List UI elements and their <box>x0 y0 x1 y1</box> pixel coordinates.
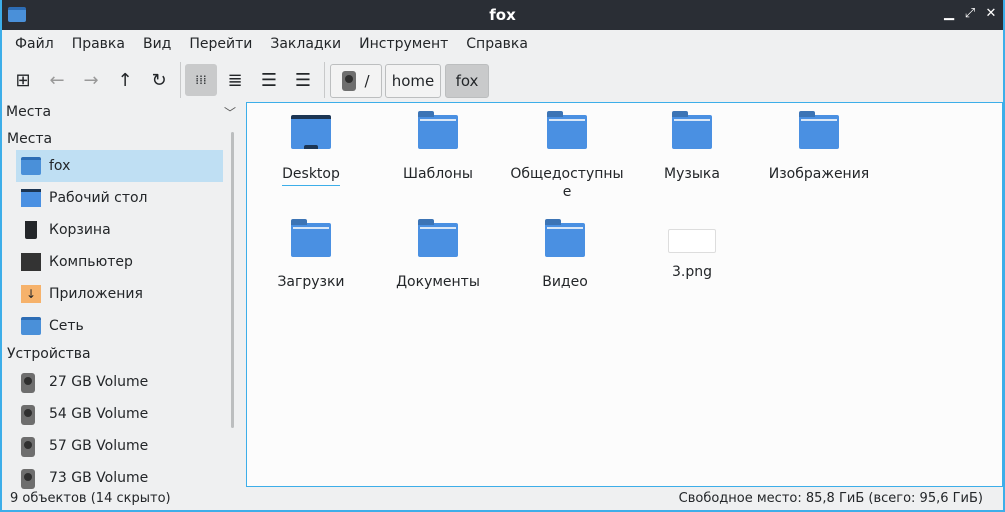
file-item-music[interactable]: Музыка <box>632 111 752 183</box>
file-label: Загрузки <box>277 274 345 290</box>
breadcrumb-home[interactable]: home <box>385 64 441 98</box>
breadcrumb-label: / <box>364 72 370 90</box>
section-devices: Устройства <box>7 346 91 362</box>
folder-icon <box>547 111 587 149</box>
menu-go[interactable]: Перейти <box>180 30 261 60</box>
forward-icon[interactable]: → <box>75 64 107 96</box>
sidebar-item-label: Компьютер <box>49 254 133 270</box>
file-item-3png[interactable]: 3.png <box>632 223 752 281</box>
file-item-public[interactable]: Общедоступные <box>505 111 629 201</box>
folder-icon <box>799 111 839 149</box>
sidebar-mode-select[interactable]: Места <box>6 104 51 120</box>
up-icon[interactable]: ↑ <box>109 64 141 96</box>
window-title: fox <box>489 6 516 24</box>
menu-help[interactable]: Справка <box>457 30 537 60</box>
sidebar-item-label: Приложения <box>49 286 143 302</box>
sidebar-item-desktop[interactable]: Рабочий стол <box>16 182 223 214</box>
sidebar-item-label: 27 GB Volume <box>49 374 149 390</box>
new-tab-icon[interactable]: ⊞ <box>7 64 39 96</box>
list-view-icon[interactable]: ☰ <box>287 64 319 96</box>
drive-icon <box>342 71 357 91</box>
file-label: Музыка <box>664 166 720 182</box>
folder-icon <box>291 219 331 257</box>
sidebar-item-fox[interactable]: fox <box>16 150 223 182</box>
sidebar-item-trash[interactable]: Корзина <box>16 214 223 246</box>
menu-bar: Файл Правка Вид Перейти Закладки Инструм… <box>2 30 537 60</box>
home-folder-icon <box>21 157 41 175</box>
chevron-down-icon[interactable]: ﹀ <box>224 104 236 121</box>
drive-icon <box>21 405 35 425</box>
status-free-space: Свободное место: 85,8 ГиБ (всего: 95,6 Г… <box>678 491 983 506</box>
sidebar-item-label: Сеть <box>49 318 84 334</box>
file-item-downloads[interactable]: Загрузки <box>251 219 371 291</box>
compact-view-icon[interactable]: ≣ <box>219 64 251 96</box>
file-label: 3.png <box>671 264 712 280</box>
toolbar: ⊞ ← → ↑ ↻ ⁞⁞⁞ ≣ ☰ ☰ / home fox <box>2 62 1003 100</box>
sidebar-item-volume-57[interactable]: 57 GB Volume <box>16 430 223 462</box>
maximize-button[interactable]: ⤢ <box>963 6 977 21</box>
download-icon: ↓ <box>21 285 41 303</box>
icon-view-icon[interactable]: ⁞⁞⁞ <box>185 64 217 96</box>
status-bar: 9 объектов (14 скрыто) Свободное место: … <box>2 489 1003 511</box>
breadcrumb-label: fox <box>455 72 479 90</box>
sidebar-item-label: Корзина <box>49 222 111 238</box>
file-item-documents[interactable]: Документы <box>378 219 498 291</box>
file-label: Изображения <box>768 166 870 182</box>
sidebar-item-volume-54[interactable]: 54 GB Volume <box>16 398 223 430</box>
file-label: Шаблоны <box>403 166 473 182</box>
close-button[interactable]: ✕ <box>984 6 998 21</box>
file-item-pictures[interactable]: Изображения <box>759 111 879 183</box>
section-places: Места <box>7 131 53 147</box>
network-folder-icon <box>21 317 41 335</box>
sidebar-item-label: Рабочий стол <box>49 190 148 206</box>
sidebar-scrollbar[interactable] <box>231 132 234 428</box>
drive-icon <box>21 373 35 393</box>
folder-icon <box>418 219 458 257</box>
folder-icon <box>545 219 585 257</box>
sidebar-item-network[interactable]: Сеть <box>16 310 223 342</box>
detailed-view-icon[interactable]: ☰ <box>253 64 285 96</box>
sidebar-item-volume-27[interactable]: 27 GB Volume <box>16 366 223 398</box>
title-bar: fox ▁ ⤢ ✕ <box>2 0 1003 30</box>
file-label: Desktop <box>282 165 340 186</box>
file-manager-window: fox ▁ ⤢ ✕ Файл Правка Вид Перейти Заклад… <box>0 0 1005 512</box>
menu-edit[interactable]: Правка <box>63 30 134 60</box>
computer-icon <box>21 253 41 271</box>
file-item-desktop[interactable]: Desktop <box>251 115 371 186</box>
folder-icon <box>418 111 458 149</box>
sidebar-item-applications[interactable]: ↓ Приложения <box>16 278 223 310</box>
back-icon[interactable]: ← <box>41 64 73 96</box>
menu-view[interactable]: Вид <box>134 30 180 60</box>
desktop-folder-icon <box>291 115 331 149</box>
desktop-icon <box>21 189 41 207</box>
sidebar-item-label: 54 GB Volume <box>49 406 149 422</box>
file-label: Общедоступные <box>510 166 624 200</box>
image-thumbnail-icon <box>668 229 716 253</box>
file-label: Документы <box>396 274 480 290</box>
file-item-templates[interactable]: Шаблоны <box>378 111 498 183</box>
status-item-count: 9 объектов (14 скрыто) <box>10 491 171 506</box>
folder-icon <box>672 111 712 149</box>
drive-icon <box>21 469 35 489</box>
minimize-button[interactable]: ▁ <box>942 6 956 21</box>
menu-file[interactable]: Файл <box>6 30 63 60</box>
menu-bookmarks[interactable]: Закладки <box>261 30 350 60</box>
sidebar-item-label: 73 GB Volume <box>49 470 149 486</box>
drive-icon <box>21 437 35 457</box>
file-view: Desktop Шаблоны Общедоступные Музыка Изо… <box>246 102 1003 487</box>
breadcrumb-label: home <box>391 72 435 90</box>
sidebar-item-computer[interactable]: Компьютер <box>16 246 223 278</box>
sidebar: Места ﹀ Места fox Рабочий стол Корзина К… <box>2 102 242 489</box>
reload-icon[interactable]: ↻ <box>143 64 175 96</box>
breadcrumb-root[interactable]: / <box>330 64 382 98</box>
sidebar-item-label: 57 GB Volume <box>49 438 149 454</box>
menu-tools[interactable]: Инструмент <box>350 30 457 60</box>
file-label: Видео <box>542 274 588 290</box>
breadcrumb-fox[interactable]: fox <box>445 64 489 98</box>
file-item-videos[interactable]: Видео <box>505 219 625 291</box>
trash-icon <box>25 221 37 239</box>
sidebar-item-label: fox <box>49 158 71 174</box>
